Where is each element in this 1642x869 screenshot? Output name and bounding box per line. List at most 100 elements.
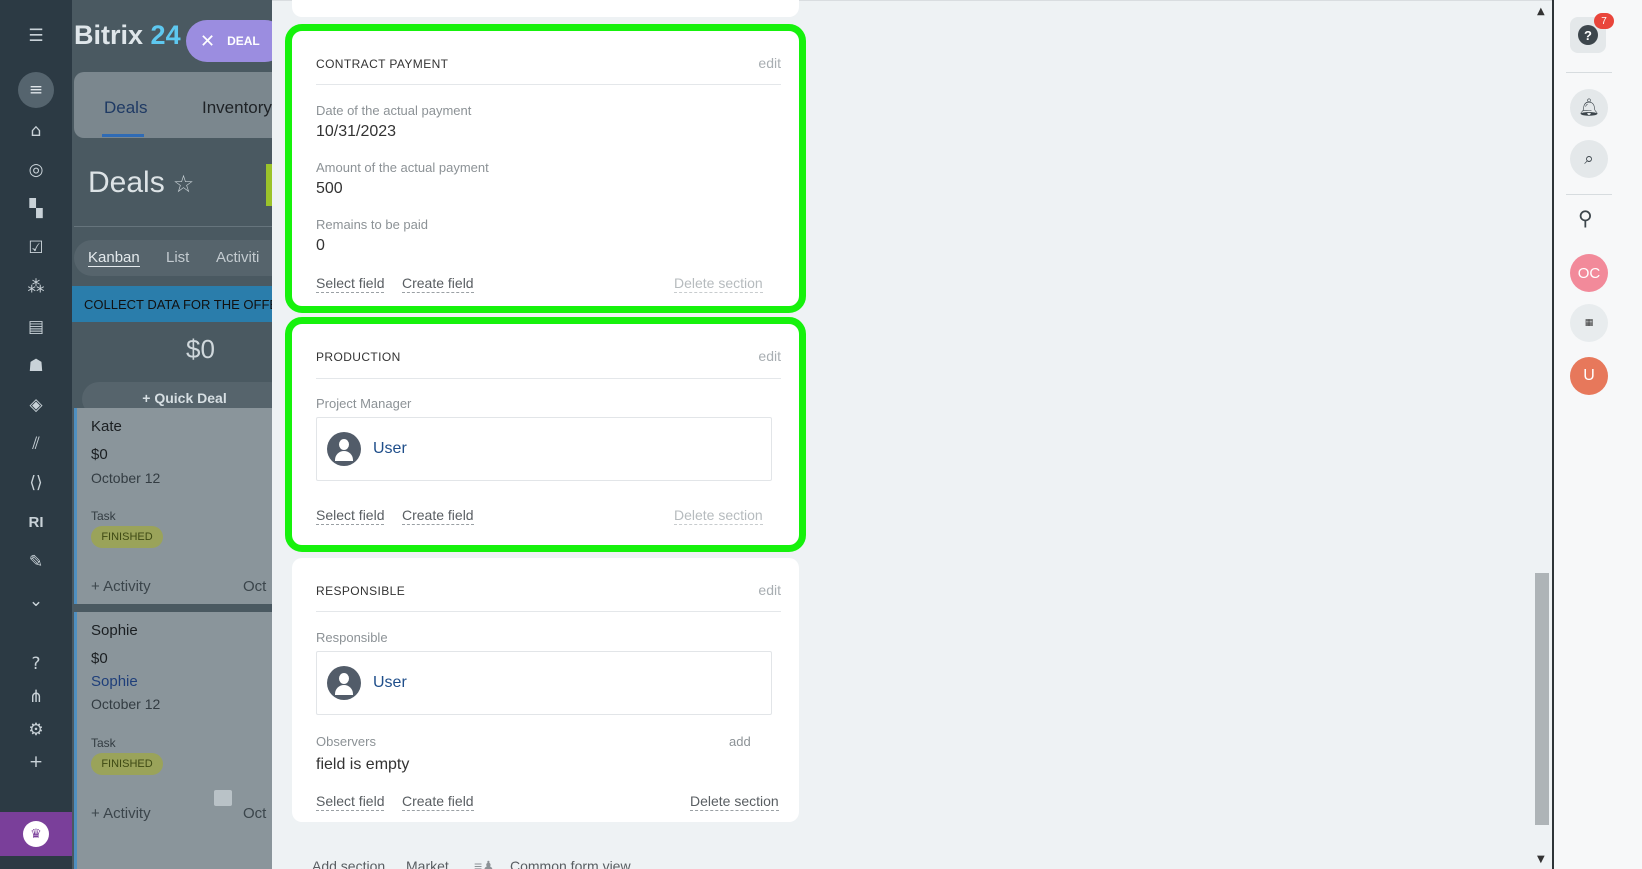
field-label: Responsible — [316, 630, 388, 645]
stage-sum: $0 — [186, 334, 215, 364]
search-icon[interactable]: ⚲ — [1578, 206, 1593, 230]
delete-section-link[interactable]: Delete section — [674, 275, 763, 293]
scrollbar[interactable]: ▲ ▼ — [1532, 0, 1552, 869]
production-section: PRODUCTION edit Project Manager User Sel… — [285, 317, 806, 552]
deal-card-name[interactable]: Sophie — [91, 622, 138, 639]
section-edit-link[interactable]: edit — [758, 55, 781, 71]
rail-ri-label[interactable]: RI — [24, 510, 48, 534]
right-panel: ? 7 🔔︎ ⌕ ⚲ OC ▦ U — [1554, 0, 1642, 869]
logo-word: Bitrix — [74, 20, 144, 50]
page-title-text: Deals — [88, 166, 165, 199]
user-name-link[interactable]: User — [373, 440, 407, 458]
user-avatar-icon — [327, 432, 361, 466]
status-badge: FINISHED — [91, 753, 163, 775]
notifications-bell-icon[interactable]: 🔔︎ — [1570, 89, 1608, 127]
deal-card[interactable]: Kate $0 October 12 Task FINISHED + Activ… — [74, 408, 272, 604]
add-activity-link[interactable]: + Activity — [91, 805, 151, 822]
section-edit-link[interactable]: edit — [758, 348, 781, 364]
create-field-link[interactable]: Create field — [402, 793, 474, 811]
robot-icon[interactable]: ☗ — [24, 354, 48, 378]
common-form-view-link[interactable]: Common form view — [510, 858, 631, 869]
divider — [1566, 72, 1612, 73]
plus-icon[interactable]: + — [24, 750, 48, 774]
field-value[interactable]: 0 — [316, 237, 325, 255]
user-name-link[interactable]: User — [373, 674, 407, 692]
help-icon[interactable]: ? — [24, 652, 48, 676]
deal-card-name[interactable]: Kate — [91, 418, 122, 435]
deal-card-date: October 12 — [91, 696, 161, 712]
crm-tabs: Deals Inventory — [74, 72, 272, 138]
responsible-section: RESPONSIBLE edit Responsible User Observ… — [292, 558, 799, 822]
upgrade-button[interactable]: ♛ — [0, 812, 72, 856]
target-icon[interactable]: ◎ — [24, 158, 48, 182]
deal-card-task-label: Task — [91, 509, 116, 523]
divider — [1566, 194, 1612, 195]
close-deal-pill[interactable]: ✕ DEAL — [186, 20, 272, 62]
responsible-user[interactable]: User — [316, 651, 772, 715]
help-button[interactable]: ? 7 — [1570, 13, 1614, 53]
create-field-link[interactable]: Create field — [402, 275, 474, 293]
stage-header[interactable]: COLLECT DATA FOR THE OFFE — [72, 286, 272, 322]
select-field-link[interactable]: Select field — [316, 507, 385, 525]
delete-section-link[interactable]: Delete section — [674, 507, 763, 525]
tab-deals[interactable]: Deals — [104, 98, 147, 118]
avatar[interactable]: OC — [1570, 254, 1608, 292]
section-divider — [316, 84, 781, 85]
checkbox-icon[interactable]: ☑ — [24, 236, 48, 260]
contact-card-icon[interactable]: ▤ — [24, 315, 48, 339]
add-activity-link[interactable]: + Activity — [91, 578, 151, 595]
delete-section-link[interactable]: Delete section — [690, 793, 779, 811]
box-icon[interactable]: ◈ — [24, 393, 48, 417]
page-title: Deals ☆ — [88, 166, 194, 200]
user-avatar-icon — [327, 666, 361, 700]
menu-icon[interactable]: ☰ — [24, 24, 48, 48]
deal-card[interactable]: Sophie $0 Sophie October 12 Task FINISHE… — [74, 612, 272, 869]
view-tabs: Kanban List Activiti — [74, 240, 272, 276]
scroll-up-icon[interactable]: ▲ — [1537, 6, 1545, 17]
code-icon[interactable]: ⟨⟩ — [24, 471, 48, 495]
view-tab-kanban[interactable]: Kanban — [88, 249, 140, 267]
field-value[interactable]: 10/31/2023 — [316, 123, 396, 141]
cart-icon[interactable]: ▚ — [24, 197, 48, 221]
add-section-link[interactable]: Add section — [312, 858, 385, 869]
select-field-link[interactable]: Select field — [316, 793, 385, 811]
observers-add-link[interactable]: add — [729, 734, 751, 749]
brand-stripes-icon[interactable]: ⫽ — [24, 432, 48, 456]
scroll-down-icon[interactable]: ▼ — [1537, 854, 1545, 865]
avatar[interactable]: U — [1570, 357, 1608, 395]
deal-slider-panel: CONTRACT PAYMENT edit Date of the actual… — [272, 0, 1554, 869]
deal-card-date-short: Oct — [243, 578, 267, 595]
deal-card-task-label: Task — [91, 736, 116, 750]
section-edit-link[interactable]: edit — [758, 582, 781, 598]
bubbles-icon[interactable]: ⁂ — [24, 275, 48, 299]
view-tab-activities[interactable]: Activiti — [216, 249, 259, 266]
field-label: Amount of the actual payment — [316, 160, 489, 175]
crm-background: Bitrix 24 ✕ DEAL Deals Inventory Deals ☆ K… — [72, 0, 272, 869]
chat-search-icon[interactable]: ⌕ — [1570, 140, 1608, 178]
tab-inventory[interactable]: Inventory — [202, 98, 272, 118]
section-title: PRODUCTION — [316, 350, 401, 364]
deal-card-date: October 12 — [91, 470, 161, 486]
bank-icon[interactable]: ⌂ — [24, 119, 48, 143]
view-tab-list[interactable]: List — [166, 249, 189, 266]
deal-card-contact[interactable]: Sophie — [91, 673, 138, 690]
create-field-link[interactable]: Create field — [402, 507, 474, 525]
filter-icon[interactable]: ≡ — [18, 72, 54, 108]
scrollbar-thumb[interactable] — [1535, 573, 1549, 825]
section-title: CONTRACT PAYMENT — [316, 57, 449, 71]
print-icon[interactable] — [214, 790, 232, 806]
chevron-down-circle-icon[interactable]: ⌄ — [24, 589, 48, 613]
signature-icon[interactable]: ✎ — [24, 550, 48, 574]
help-count-badge: 7 — [1594, 13, 1614, 29]
star-icon[interactable]: ☆ — [173, 170, 195, 198]
market-link[interactable]: Market — [406, 858, 449, 869]
bitrix-logo[interactable]: Bitrix 24 — [74, 20, 181, 51]
settings-icon[interactable]: ⚙ — [24, 718, 48, 742]
company-logo-avatar[interactable]: ▦ — [1570, 304, 1608, 342]
project-manager-user[interactable]: User — [316, 417, 772, 481]
sitemap-icon[interactable]: ⋔ — [24, 685, 48, 709]
deal-card-amount: $0 — [91, 446, 108, 463]
field-value[interactable]: 500 — [316, 180, 343, 198]
crown-icon: ♛ — [23, 821, 49, 847]
select-field-link[interactable]: Select field — [316, 275, 385, 293]
